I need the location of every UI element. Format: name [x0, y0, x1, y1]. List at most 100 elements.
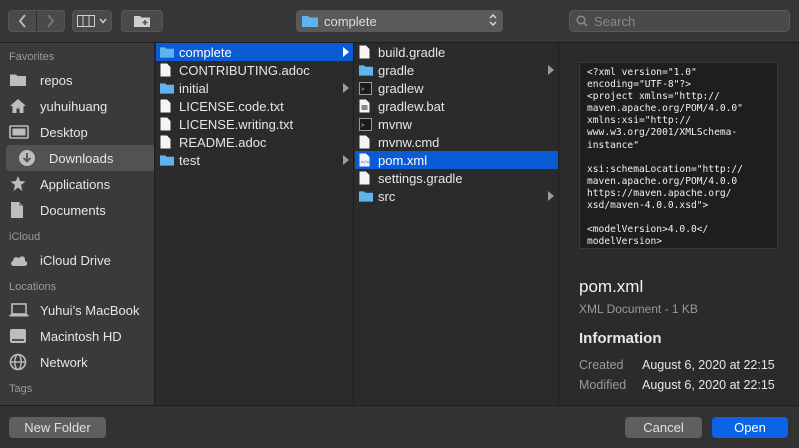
laptop-icon — [9, 301, 31, 319]
new-folder-icon — [134, 16, 150, 27]
locations-header: Locations — [9, 281, 57, 293]
sidebar-item-repos[interactable]: repos — [0, 67, 154, 93]
svg-text:>: > — [361, 86, 365, 93]
list-item-label: gradlew.bat — [378, 98, 445, 114]
preview-file-name: pom.xml — [579, 277, 644, 296]
list-item-test[interactable]: test — [156, 151, 353, 169]
chevron-right-icon — [47, 14, 55, 28]
document-icon — [160, 135, 174, 149]
document-icon — [359, 171, 373, 185]
information-header: Information — [579, 330, 662, 347]
list-item-label: src — [378, 188, 396, 204]
folder-icon — [359, 189, 373, 203]
list-item-label: gradle — [378, 62, 415, 78]
list-item-label: LICENSE.writing.txt — [179, 116, 294, 132]
forward-button[interactable] — [37, 11, 64, 31]
sidebar-item-documents[interactable]: Documents — [0, 197, 154, 223]
document-icon — [160, 117, 174, 131]
list-item-label: README.adoc — [179, 134, 267, 150]
search-input[interactable] — [594, 13, 774, 29]
sidebar-item-home[interactable]: yuhuihuang — [0, 93, 154, 119]
folder-icon — [160, 153, 174, 167]
list-item-mvnw[interactable]: > mvnw — [355, 115, 558, 133]
sidebar-item-desktop[interactable]: Desktop — [0, 119, 154, 145]
downloads-icon — [18, 149, 40, 167]
path-label: complete — [324, 13, 377, 29]
list-item-label: pom.xml — [378, 152, 428, 168]
path-popup[interactable]: complete — [296, 10, 503, 32]
list-item-settings-gradle[interactable]: settings.gradle — [355, 169, 558, 187]
preview-file-kind: XML Document - 1 KB — [579, 302, 698, 316]
sidebar-item-label: Desktop — [40, 124, 88, 140]
list-item-label: initial — [179, 80, 209, 96]
executable-icon: > — [359, 117, 373, 131]
folder-icon — [9, 71, 31, 89]
created-label: Created — [579, 358, 624, 372]
sidebar-item-label: Network — [40, 354, 88, 370]
sidebar-item-label: Applications — [40, 176, 111, 192]
list-item-build-gradle[interactable]: build.gradle — [355, 43, 558, 61]
svg-text:>: > — [361, 122, 365, 129]
sidebar-item-icloud-drive[interactable]: iCloud Drive — [0, 247, 154, 273]
list-item-gradlew-bat[interactable]: gradlew.bat — [355, 97, 558, 115]
harddisk-icon — [9, 327, 31, 345]
document-icon — [160, 99, 174, 113]
list-item-label: mvnw.cmd — [378, 134, 440, 150]
list-item-pom-xml[interactable]: </> pom.xml — [355, 151, 558, 169]
folder-icon — [160, 45, 174, 59]
sidebar-item-macintosh-hd[interactable]: Macintosh HD — [0, 323, 154, 349]
list-item-mvnw-cmd[interactable]: mvnw.cmd — [355, 133, 558, 151]
chevron-down-icon — [99, 18, 107, 24]
list-item-complete[interactable]: complete — [156, 43, 353, 61]
sidebar-item-applications[interactable]: Applications — [0, 171, 154, 197]
sidebar-item-downloads[interactable]: Downloads — [6, 145, 154, 171]
document-icon — [359, 135, 373, 149]
list-item-src[interactable]: src — [355, 187, 558, 205]
cancel-button[interactable]: Cancel — [625, 417, 702, 438]
search-icon — [576, 15, 588, 27]
sidebar-item-macbook[interactable]: Yuhui’s MacBook — [0, 297, 154, 323]
disclosure-arrow-icon — [548, 191, 554, 201]
open-button[interactable]: Open — [712, 417, 788, 438]
browser-column-2: build.gradle gradle > gradlew gradlew.ba… — [355, 43, 559, 405]
svg-text:</>: </> — [360, 160, 369, 166]
list-item-label: mvnw — [378, 116, 412, 132]
list-item-license-code[interactable]: LICENSE.code.txt — [156, 97, 353, 115]
disclosure-arrow-icon — [548, 65, 554, 75]
file-preview-thumbnail: <?xml version="1.0" encoding="UTF-8"?> <… — [579, 62, 778, 249]
sidebar-item-label: repos — [40, 72, 73, 88]
list-item-license-writing[interactable]: LICENSE.writing.txt — [156, 115, 353, 133]
document-icon — [160, 63, 174, 77]
view-mode-button[interactable] — [72, 10, 112, 32]
sidebar-item-label: iCloud Drive — [40, 252, 111, 268]
desktop-icon — [9, 123, 31, 141]
folder-icon — [359, 63, 373, 77]
list-item-gradle[interactable]: gradle — [355, 61, 558, 79]
applications-icon — [9, 175, 31, 193]
new-folder-toolbar-button[interactable] — [121, 10, 163, 32]
file-preview-content: <?xml version="1.0" encoding="UTF-8"?> <… — [587, 67, 743, 248]
search-field[interactable] — [569, 10, 790, 32]
list-item-label: LICENSE.code.txt — [179, 98, 284, 114]
sidebar-item-label: Documents — [40, 202, 106, 218]
sidebar: Favorites repos yuhuihuang Desktop Downl… — [0, 43, 155, 405]
list-item-readme[interactable]: README.adoc — [156, 133, 353, 151]
navigation-buttons — [8, 10, 65, 32]
list-item-contributing[interactable]: CONTRIBUTING.adoc — [156, 61, 353, 79]
bottom-bar: New Folder Cancel Open — [0, 405, 799, 448]
preview-pane: <?xml version="1.0" encoding="UTF-8"?> <… — [560, 43, 799, 405]
list-item-gradlew[interactable]: > gradlew — [355, 79, 558, 97]
disclosure-arrow-icon — [343, 155, 349, 165]
toolbar: complete — [0, 0, 799, 43]
list-item-label: test — [179, 152, 200, 168]
disclosure-arrow-icon — [343, 83, 349, 93]
list-item-label: build.gradle — [378, 44, 446, 60]
updown-chevron-icon — [489, 14, 497, 26]
new-folder-button[interactable]: New Folder — [9, 417, 106, 438]
disclosure-arrow-icon — [343, 47, 349, 57]
icloud-header: iCloud — [9, 231, 41, 243]
back-button[interactable] — [9, 11, 36, 31]
list-item-initial[interactable]: initial — [156, 79, 353, 97]
list-item-label: settings.gradle — [378, 170, 463, 186]
sidebar-item-network[interactable]: Network — [0, 349, 154, 375]
